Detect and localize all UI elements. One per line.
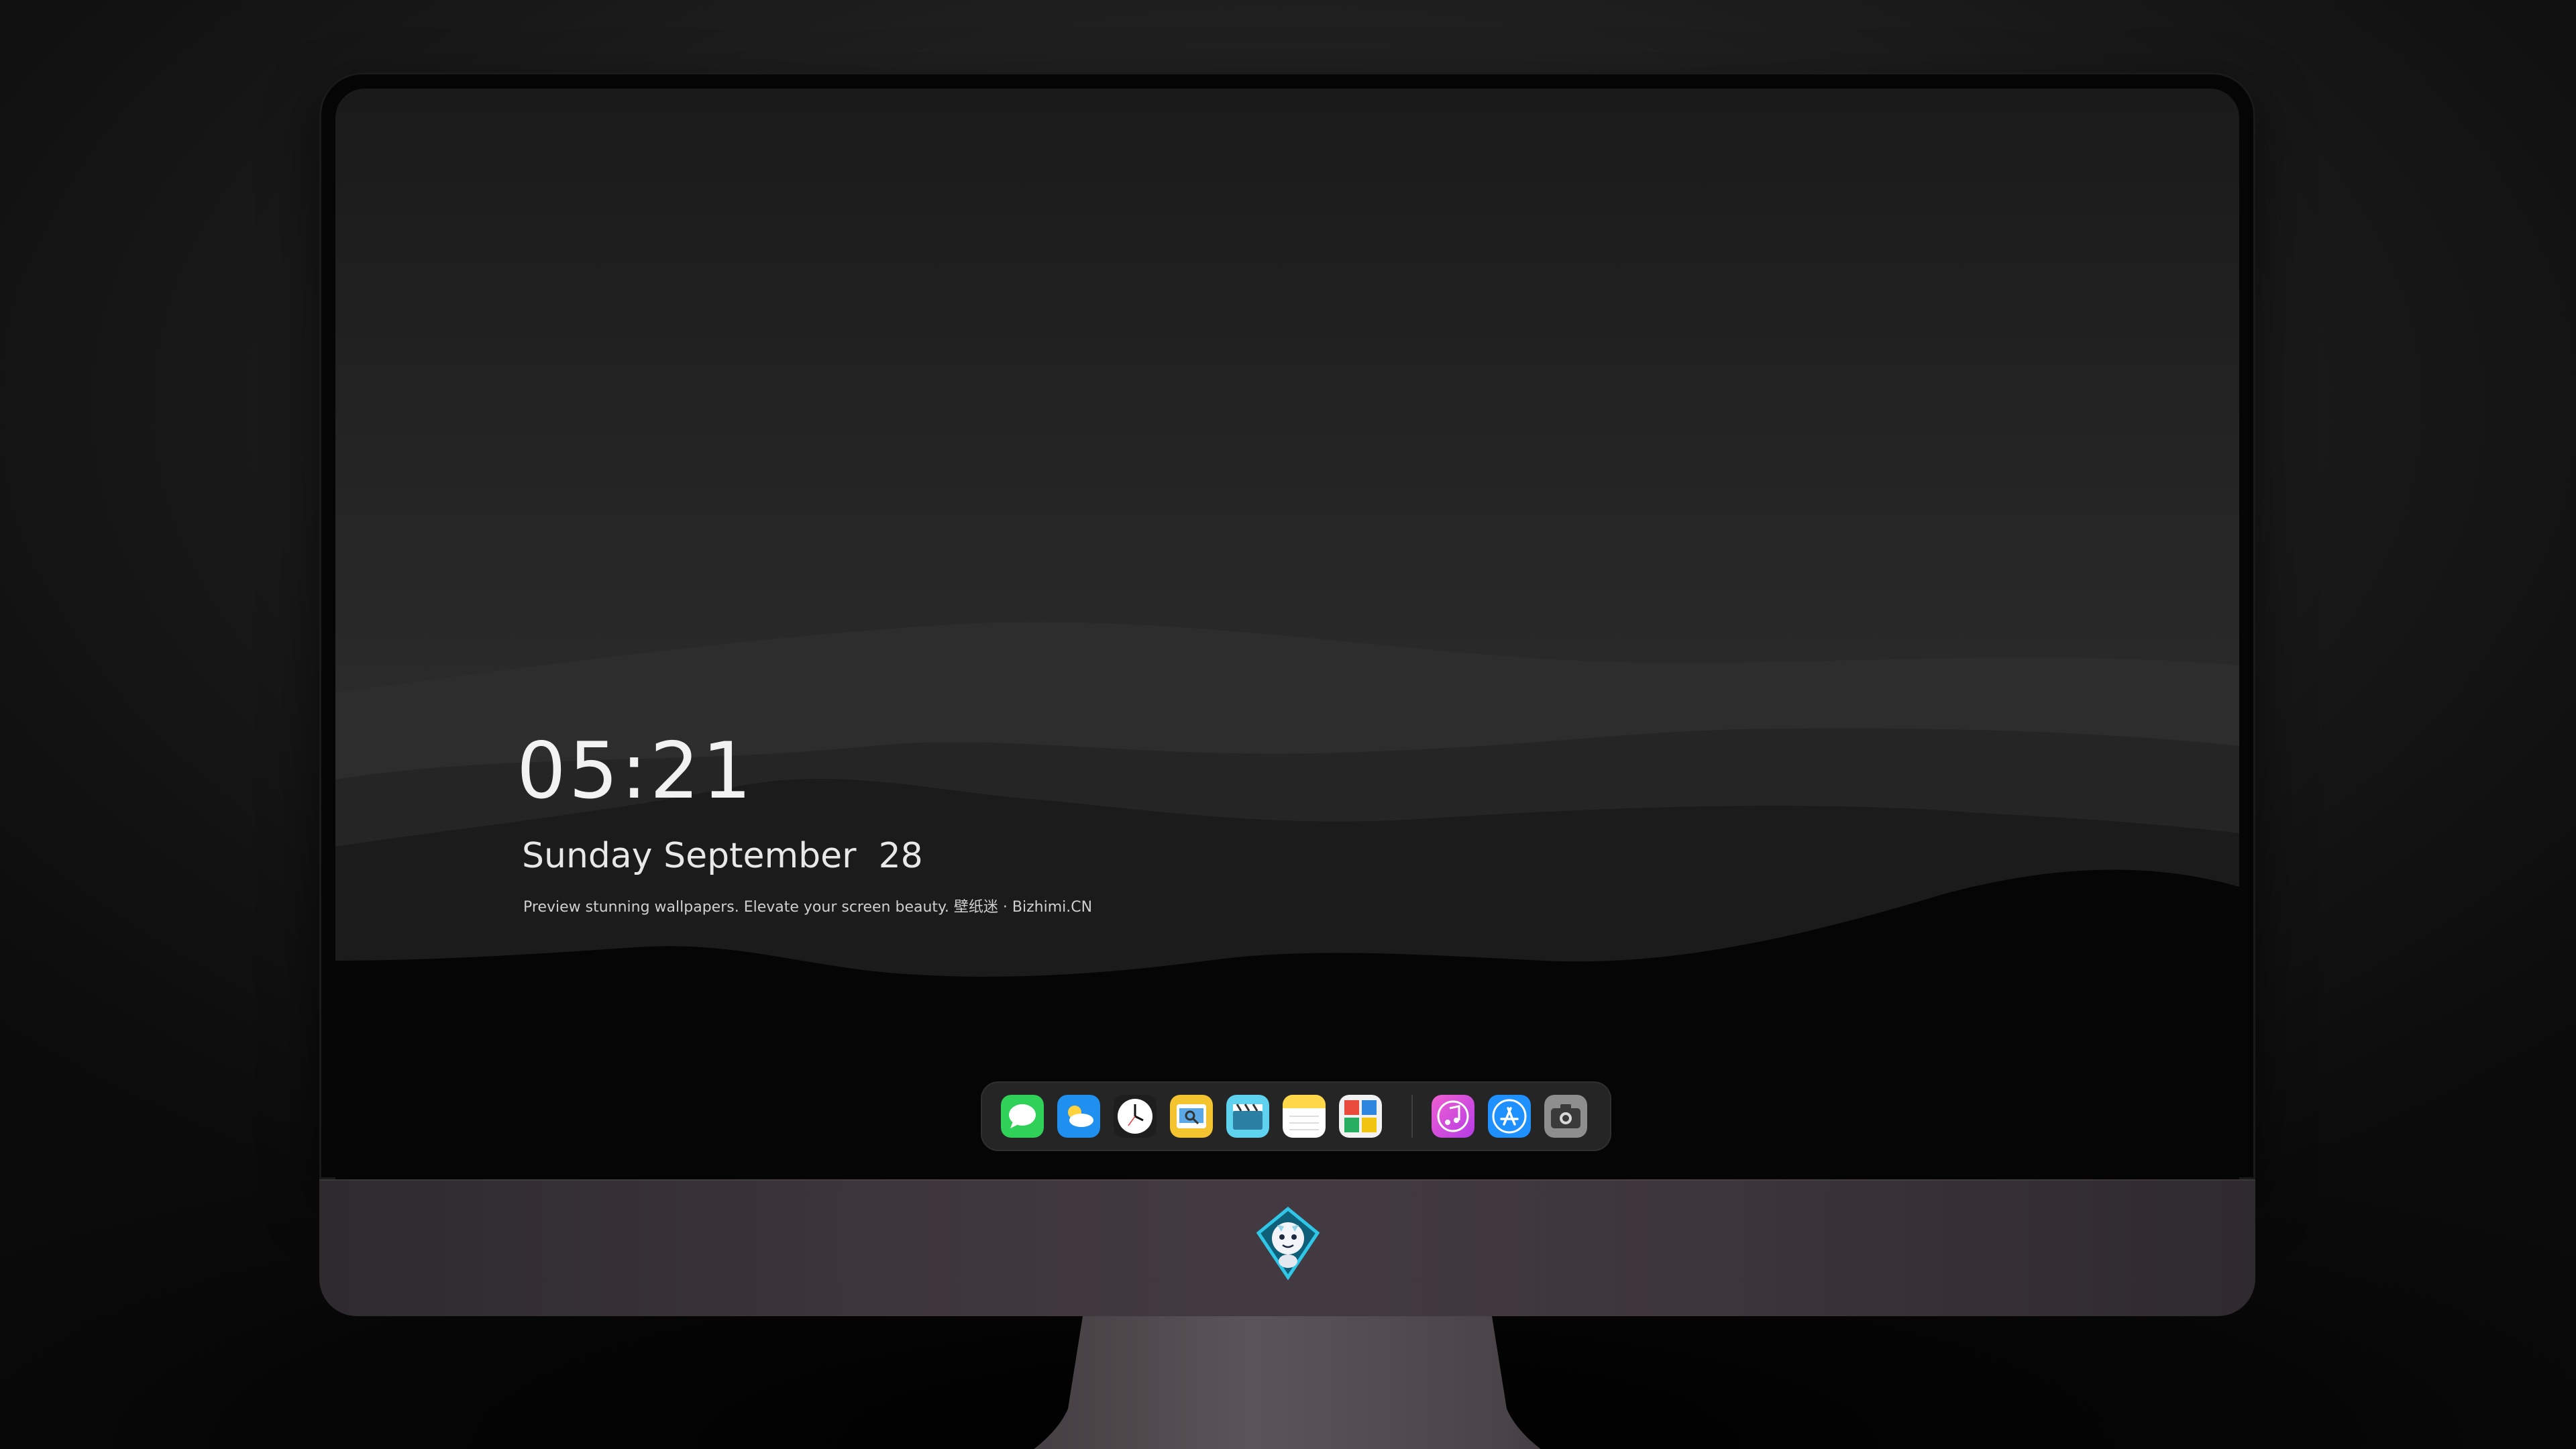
monitor-stand — [1034, 1316, 1541, 1449]
lock-screen[interactable]: 05:21 Sunday September 28 Preview stunni… — [335, 89, 2239, 1179]
monitor: 05:21 Sunday September 28 Preview stunni… — [319, 72, 2255, 1449]
music-icon[interactable] — [1432, 1095, 1474, 1138]
messages-icon[interactable] — [1001, 1095, 1044, 1138]
clips-icon[interactable] — [1226, 1095, 1269, 1138]
monitor-bezel: 05:21 Sunday September 28 Preview stunni… — [319, 72, 2255, 1179]
photo-booth-icon[interactable] — [1339, 1095, 1382, 1138]
dock — [981, 1081, 1611, 1151]
weather-icon[interactable] — [1057, 1095, 1100, 1138]
dragon-logo-icon — [1256, 1206, 1320, 1280]
lock-date: Sunday September 28 — [522, 836, 923, 876]
app-store-icon[interactable] — [1488, 1095, 1531, 1138]
wallpaper-caption: Preview stunning wallpapers. Elevate you… — [523, 899, 1093, 916]
dock-separator — [1411, 1095, 1413, 1138]
notes-icon[interactable] — [1283, 1095, 1326, 1138]
camera-icon[interactable] — [1544, 1095, 1587, 1138]
wallpaper-landscape — [335, 89, 2239, 1179]
lock-time: 05:21 — [517, 726, 755, 816]
monitor-chin — [319, 1179, 2255, 1316]
preview-icon[interactable] — [1170, 1095, 1213, 1138]
clock-icon[interactable] — [1114, 1095, 1157, 1138]
